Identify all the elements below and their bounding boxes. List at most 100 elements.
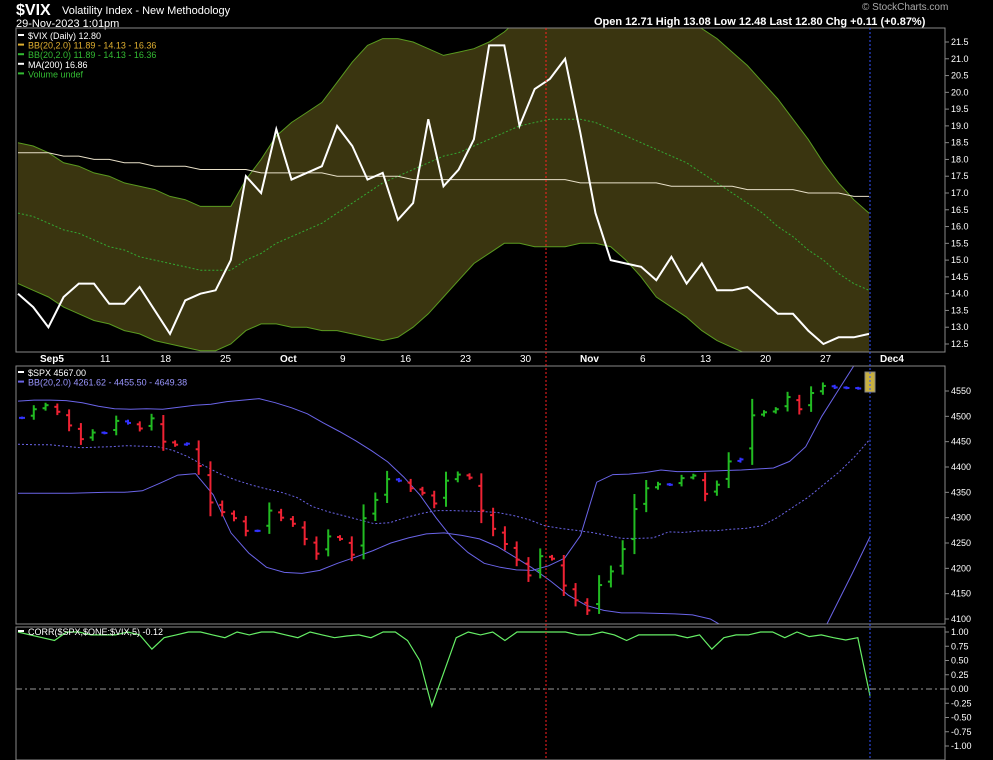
- ohlc-bar: [737, 457, 744, 463]
- y-tick-label: 14.5: [951, 272, 969, 282]
- ohlc-bar: [384, 470, 391, 504]
- y-tick-label: 16.5: [951, 205, 969, 215]
- y-tick-label: 17.5: [951, 171, 969, 181]
- ohlc-bar: [466, 473, 473, 480]
- legend-label: CORR($SPX,$ONE:$VIX,5) -0.12: [28, 627, 163, 637]
- legend-swatch: [18, 34, 24, 36]
- y-tick-label: 1.00: [951, 627, 969, 637]
- ohlc-bar: [395, 477, 402, 483]
- x-tick-label: Oct: [280, 354, 297, 365]
- x-tick-label: 9: [340, 354, 346, 365]
- y-tick-label: 4150: [951, 589, 971, 599]
- ohlc-bar: [443, 471, 449, 507]
- y-tick-label: -0.50: [951, 713, 972, 723]
- ohlc-bar: [89, 429, 96, 441]
- ohlc-bar: [643, 479, 650, 513]
- y-tick-label: 4550: [951, 386, 971, 396]
- x-tick-label: 30: [520, 354, 532, 365]
- x-tick-label: 25: [220, 354, 232, 365]
- corr-line: [17, 631, 871, 709]
- ohlc-bar: [572, 583, 579, 607]
- ohlc-bar: [431, 490, 438, 509]
- x-tick-label: 6: [640, 354, 646, 365]
- ohlc-bar: [843, 386, 850, 390]
- ohlc-bar: [419, 486, 426, 496]
- ohlc-bar: [796, 394, 803, 415]
- ohlc-bar: [289, 516, 296, 527]
- legend-swatch: [18, 72, 24, 75]
- y-tick-label: 17.0: [951, 188, 969, 198]
- legend-label: BB(20,2.0) 11.89 - 14.13 - 16.36: [28, 50, 156, 60]
- ohlc-bar: [631, 494, 638, 555]
- ohlc-bar: [19, 416, 25, 420]
- ohlc-bar: [407, 478, 414, 492]
- spx-bb-lower: [18, 473, 871, 624]
- ohlc-bar: [749, 398, 756, 465]
- ohlc-bar: [501, 526, 508, 551]
- legend-label: BB(20,2.0) 11.89 - 14.13 - 16.36: [28, 41, 156, 51]
- y-tick-label: 19.0: [951, 121, 969, 131]
- chart-canvas: 12.5 13.0 13.5 14.0 14.5 15.0 15.5 16.0 16.5 17.0…: [15, 27, 972, 760]
- ohlc-bar: [148, 413, 155, 431]
- spx-bb-middle: [17, 438, 871, 539]
- ohlc-bar: [160, 415, 167, 451]
- ohlc-bar: [172, 440, 179, 447]
- legend-swatch: [18, 630, 24, 632]
- x-tick-label: 13: [700, 354, 712, 365]
- y-tick-label: 15.5: [951, 238, 969, 248]
- ohlc-bar: [831, 384, 838, 389]
- ohlc-bar: [819, 382, 826, 395]
- y-tick-label: 4500: [951, 411, 971, 421]
- x-tick-label: 18: [160, 354, 172, 365]
- ohlc-bar: [77, 423, 84, 445]
- x-tick-label: 20: [760, 354, 772, 365]
- y-tick-label: 18.0: [951, 154, 969, 164]
- ohlc-bar: [113, 415, 120, 436]
- spx-bb-upper: [17, 366, 855, 571]
- legend-label: BB(20,2.0) 4261.62 - 4455.50 - 4649.38: [28, 378, 187, 388]
- ohlc-bar: [761, 410, 767, 417]
- ohlc-bar: [195, 440, 202, 475]
- x-tick-label: 11: [100, 354, 111, 365]
- ohlc-bar: [54, 403, 61, 416]
- y-tick-label: 13.0: [951, 322, 969, 332]
- y-tick-label: 20.0: [951, 87, 969, 97]
- y-tick-label: 21.0: [951, 54, 969, 64]
- y-tick-label: 19.5: [951, 104, 969, 114]
- y-tick-label: 18.5: [951, 138, 969, 148]
- ohlc-bar: [337, 535, 343, 541]
- y-tick-label: -0.25: [951, 698, 972, 708]
- ohlc-bar: [278, 508, 285, 522]
- ohlc-bar: [690, 473, 697, 480]
- y-tick-label: 15.0: [951, 255, 969, 265]
- corr-panel: [16, 631, 945, 709]
- y-tick-label: 4100: [951, 614, 971, 624]
- legend-label: Volume undef: [28, 69, 84, 79]
- y-tick-label: 4200: [951, 563, 971, 573]
- legend-label: $VIX (Daily) 12.80: [28, 31, 101, 41]
- panel-frame: [15, 626, 946, 760]
- ohlc-bar: [655, 481, 661, 490]
- y-tick-label: -1.00: [951, 741, 972, 751]
- legend-swatch: [18, 43, 24, 46]
- ohlc-bar: [42, 402, 49, 411]
- x-tick-label: Dec4: [880, 354, 904, 365]
- y-tick-label: 4400: [951, 462, 971, 472]
- ohlc-bar: [30, 405, 37, 420]
- y-tick-label: 0.75: [951, 641, 969, 651]
- ohlc-bar: [266, 502, 273, 534]
- ohlc-bar: [231, 510, 237, 522]
- ohlc-bar: [242, 515, 249, 537]
- ohlc-bar: [513, 541, 520, 567]
- y-tick-label: 4250: [951, 538, 971, 548]
- ohlc-bar: [607, 565, 614, 588]
- ohlc-bar: [136, 421, 143, 432]
- ohlc-bar: [101, 431, 108, 435]
- y-tick-label: -0.75: [951, 727, 972, 737]
- y-tick-label: 4350: [951, 487, 971, 497]
- ohlc-bar: [678, 474, 685, 487]
- y-tick-label: 4300: [951, 513, 971, 523]
- x-tick-label: 27: [820, 354, 832, 365]
- legend-swatch: [18, 62, 24, 65]
- legend-swatch: [18, 371, 24, 373]
